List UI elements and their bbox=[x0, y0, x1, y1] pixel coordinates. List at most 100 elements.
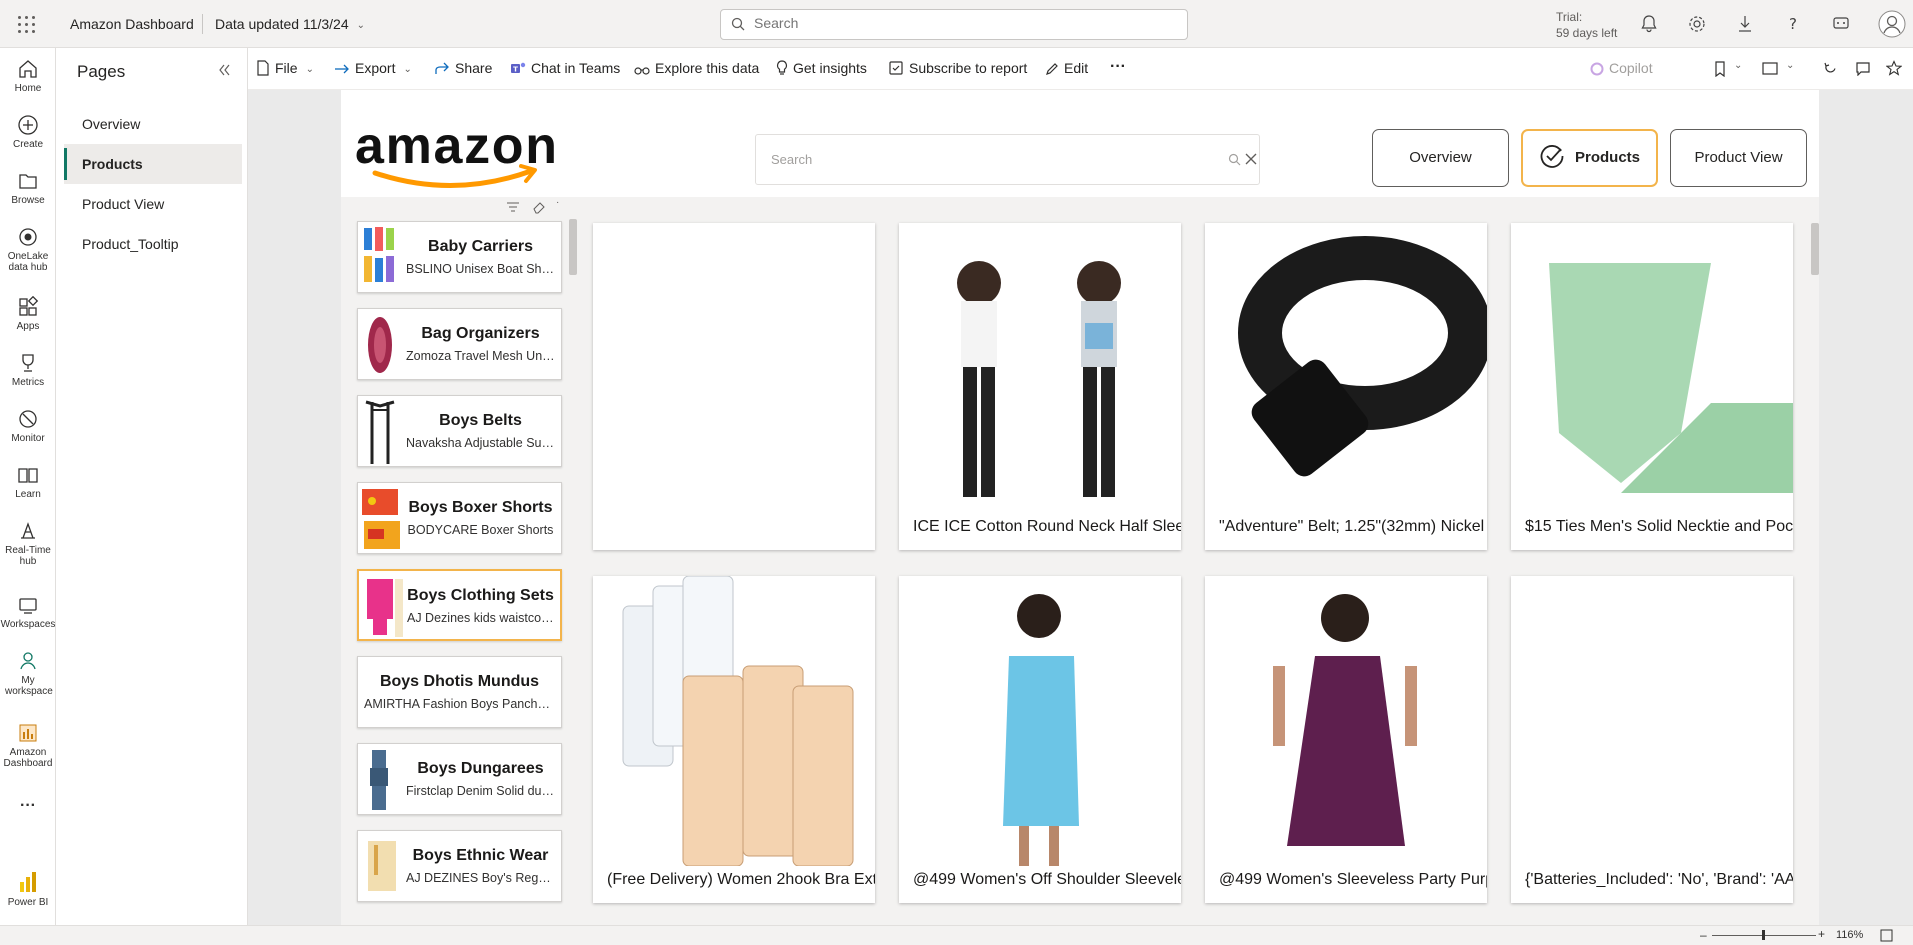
more-options-icon[interactable]: · bbox=[556, 197, 559, 208]
nav-product-view-button[interactable]: Product View bbox=[1670, 129, 1807, 187]
product-card[interactable]: (Free Delivery) Women 2hook Bra Extender bbox=[593, 576, 875, 903]
product-card[interactable] bbox=[593, 223, 875, 550]
refresh-icon[interactable] bbox=[1823, 61, 1838, 76]
share-button[interactable]: Share bbox=[434, 60, 492, 76]
nav-label: Create bbox=[12, 139, 43, 150]
product-card[interactable]: ICE ICE Cotton Round Neck Half Sleeve bbox=[899, 223, 1181, 550]
nav-workspaces[interactable]: Workspaces bbox=[0, 594, 56, 630]
nav-metrics[interactable]: Metrics bbox=[0, 352, 56, 388]
nav-create[interactable]: Create bbox=[0, 114, 56, 150]
nav-label: Amazon Dashboard bbox=[3, 747, 53, 769]
nav-label: OneLake data hub bbox=[7, 251, 49, 273]
view-icon[interactable] bbox=[1762, 62, 1778, 75]
subscribe-label: Subscribe to report bbox=[909, 60, 1028, 76]
clear-search-icon[interactable] bbox=[1244, 152, 1258, 166]
global-search[interactable] bbox=[720, 9, 1188, 40]
zoom-slider-thumb[interactable] bbox=[1762, 930, 1765, 940]
file-menu[interactable]: File ⌄ bbox=[256, 60, 314, 76]
category-scrollbar[interactable] bbox=[569, 219, 577, 275]
more-icon[interactable]: ··· bbox=[0, 798, 56, 814]
report-search-box[interactable]: Search bbox=[755, 134, 1260, 185]
category-card[interactable]: Boys Dungarees Firstclap Denim Solid dung… bbox=[357, 743, 562, 815]
nav-realtime[interactable]: Real-Time hub bbox=[0, 520, 56, 567]
category-top-product: AJ DEZINES Boy's Regular Fit bbox=[406, 871, 555, 885]
category-card[interactable]: Boys Belts Navaksha Adjustable Suspenders bbox=[357, 395, 562, 467]
eraser-icon[interactable] bbox=[532, 200, 546, 214]
category-card[interactable]: Bag Organizers Zomoza Travel Mesh Unisex … bbox=[357, 308, 562, 380]
category-card[interactable]: Boys Boxer Shorts BODYCARE Boxer Shorts bbox=[357, 482, 562, 554]
category-slicer: · Baby Carriers BSLINO Unisex Boat Shoes … bbox=[341, 197, 581, 925]
zoom-in-button[interactable]: + bbox=[1818, 927, 1825, 941]
nav-label: Learn bbox=[15, 489, 41, 500]
settings-icon[interactable] bbox=[1686, 13, 1708, 35]
search-input[interactable] bbox=[754, 15, 1154, 31]
chat-in-teams-button[interactable]: T Chat in Teams bbox=[510, 60, 620, 76]
export-menu[interactable]: Export ⌄ bbox=[334, 60, 412, 76]
product-card[interactable]: @499 Women's Off Shoulder Sleeveless bbox=[899, 576, 1181, 903]
report-icon bbox=[19, 724, 37, 742]
favorite-star-icon[interactable] bbox=[1886, 60, 1902, 76]
category-card[interactable]: Baby Carriers BSLINO Unisex Boat Shoes So… bbox=[357, 221, 562, 293]
browse-icon bbox=[19, 174, 37, 189]
app-title[interactable]: Amazon Dashboard bbox=[70, 16, 194, 32]
category-card[interactable]: Boys Clothing Sets AJ Dezines kids waistc… bbox=[357, 569, 562, 641]
nav-overview-button[interactable]: Overview bbox=[1372, 129, 1509, 187]
nav-onelake[interactable]: OneLake data hub bbox=[0, 226, 56, 273]
product-title: ICE ICE Cotton Round Neck Half Sleeve bbox=[913, 518, 1181, 535]
explore-label: Explore this data bbox=[655, 60, 760, 76]
subscribe-icon bbox=[889, 61, 903, 75]
comment-icon[interactable] bbox=[1855, 61, 1871, 76]
data-updated-dropdown[interactable]: Data updated 11/3/24 ⌄ bbox=[215, 16, 365, 32]
report-search-placeholder: Search bbox=[771, 152, 813, 167]
nav-products-button[interactable]: Products bbox=[1521, 129, 1658, 187]
collapse-pages-icon[interactable] bbox=[216, 62, 232, 78]
product-title: "Adventure" Belt; 1.25"(32mm) Nickel bbox=[1219, 518, 1485, 535]
app-launcher-icon[interactable] bbox=[18, 16, 36, 34]
nav-home[interactable]: Home bbox=[0, 58, 56, 94]
page-product-view[interactable]: Product View bbox=[64, 184, 242, 224]
more-options-button[interactable]: ··· bbox=[1110, 58, 1126, 76]
search-icon[interactable] bbox=[1228, 153, 1241, 166]
nav-amazon-dashboard[interactable]: Amazon Dashboard bbox=[0, 722, 56, 769]
bookmark-icon[interactable] bbox=[1713, 61, 1727, 77]
product-grid-scrollbar[interactable] bbox=[1811, 223, 1819, 275]
notifications-icon[interactable] bbox=[1638, 13, 1660, 35]
page-products[interactable]: Products bbox=[64, 144, 242, 184]
zoom-out-button[interactable]: – bbox=[1700, 928, 1707, 942]
product-card[interactable]: {'Batteries_Included': 'No', 'Brand': 'A… bbox=[1511, 576, 1793, 903]
download-icon[interactable] bbox=[1734, 13, 1756, 35]
chevron-down-icon[interactable]: ⌄ bbox=[1734, 60, 1742, 71]
page-product-tooltip[interactable]: Product_Tooltip bbox=[64, 224, 242, 264]
product-image bbox=[1511, 576, 1793, 866]
edit-label: Edit bbox=[1064, 60, 1089, 76]
explore-data-button[interactable]: Explore this data bbox=[634, 60, 759, 76]
nav-browse[interactable]: Browse bbox=[0, 170, 56, 206]
category-card[interactable]: Boys Ethnic Wear AJ DEZINES Boy's Regular… bbox=[357, 830, 562, 902]
category-thumbnail bbox=[358, 483, 404, 553]
copilot-button[interactable]: Copilot bbox=[1590, 60, 1653, 76]
page-overview[interactable]: Overview bbox=[64, 104, 242, 144]
nav-learn[interactable]: Learn bbox=[0, 464, 56, 500]
product-card[interactable]: @499 Women's Sleeveless Party Purple bbox=[1205, 576, 1487, 903]
category-name: Baby Carriers bbox=[428, 238, 533, 255]
subscribe-button[interactable]: Subscribe to report bbox=[888, 60, 1027, 76]
product-card[interactable]: $15 Ties Men's Solid Necktie and Pocket bbox=[1511, 223, 1793, 550]
feedback-icon[interactable] bbox=[1830, 13, 1852, 35]
help-icon[interactable]: ? bbox=[1782, 13, 1804, 35]
nav-my-workspace[interactable]: My workspace bbox=[0, 650, 56, 697]
nav-apps[interactable]: Apps bbox=[0, 296, 56, 332]
nav-monitor[interactable]: Monitor bbox=[0, 408, 56, 444]
powerbi-brand[interactable]: Power BI bbox=[0, 870, 56, 908]
zoom-level[interactable]: 116% bbox=[1836, 929, 1863, 941]
user-avatar-icon[interactable] bbox=[1878, 10, 1906, 38]
left-nav: Home Create Browse OneLake data hub Apps… bbox=[0, 48, 56, 925]
category-name: Boys Ethnic Wear bbox=[412, 847, 549, 864]
category-card[interactable]: Boys Dhotis Mundus AMIRTHA Fashion Boys P… bbox=[357, 656, 562, 728]
filter-icon[interactable] bbox=[506, 201, 520, 213]
category-top-product: AJ Dezines kids waistcoat set bbox=[407, 611, 554, 625]
get-insights-button[interactable]: Get insights bbox=[776, 60, 867, 76]
product-card[interactable]: "Adventure" Belt; 1.25"(32mm) Nickel bbox=[1205, 223, 1487, 550]
chevron-down-icon[interactable]: ⌄ bbox=[1786, 60, 1794, 71]
edit-button[interactable]: Edit bbox=[1045, 60, 1088, 76]
fit-page-icon[interactable] bbox=[1880, 929, 1893, 942]
